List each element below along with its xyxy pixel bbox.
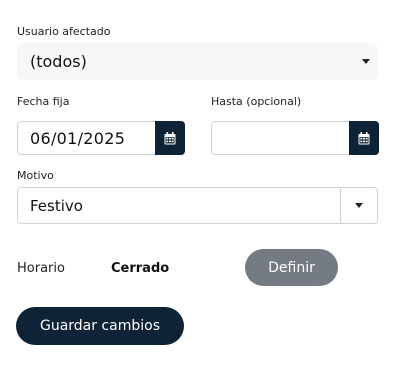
reason-select[interactable]: Festivo xyxy=(17,187,378,224)
date-until-input[interactable] xyxy=(211,121,379,155)
date-until-calendar-button[interactable] xyxy=(349,121,379,155)
date-fixed-value: 06/01/2025 xyxy=(30,129,126,148)
user-field-label: Usuario afectado xyxy=(17,25,111,38)
schedule-value: Cerrado xyxy=(111,261,170,276)
user-select-value: (todos) xyxy=(30,52,87,71)
schedule-label: Horario xyxy=(17,261,65,276)
save-changes-button[interactable]: Guardar cambios xyxy=(16,307,184,345)
date-fixed-input[interactable]: 06/01/2025 xyxy=(17,121,185,155)
date-fixed-label: Fecha fija xyxy=(17,95,70,108)
define-schedule-button[interactable]: Definir xyxy=(245,249,338,286)
caret-down-icon[interactable] xyxy=(355,203,363,208)
reason-select-divider xyxy=(340,188,341,223)
reason-select-value: Festivo xyxy=(30,197,83,215)
date-fixed-calendar-button[interactable] xyxy=(155,121,185,155)
date-until-label: Hasta (opcional) xyxy=(211,95,302,108)
caret-down-icon xyxy=(362,59,370,64)
user-select[interactable]: (todos) xyxy=(17,43,378,80)
calendar-icon xyxy=(164,131,176,144)
calendar-icon xyxy=(358,131,370,144)
reason-field-label: Motivo xyxy=(17,169,54,182)
